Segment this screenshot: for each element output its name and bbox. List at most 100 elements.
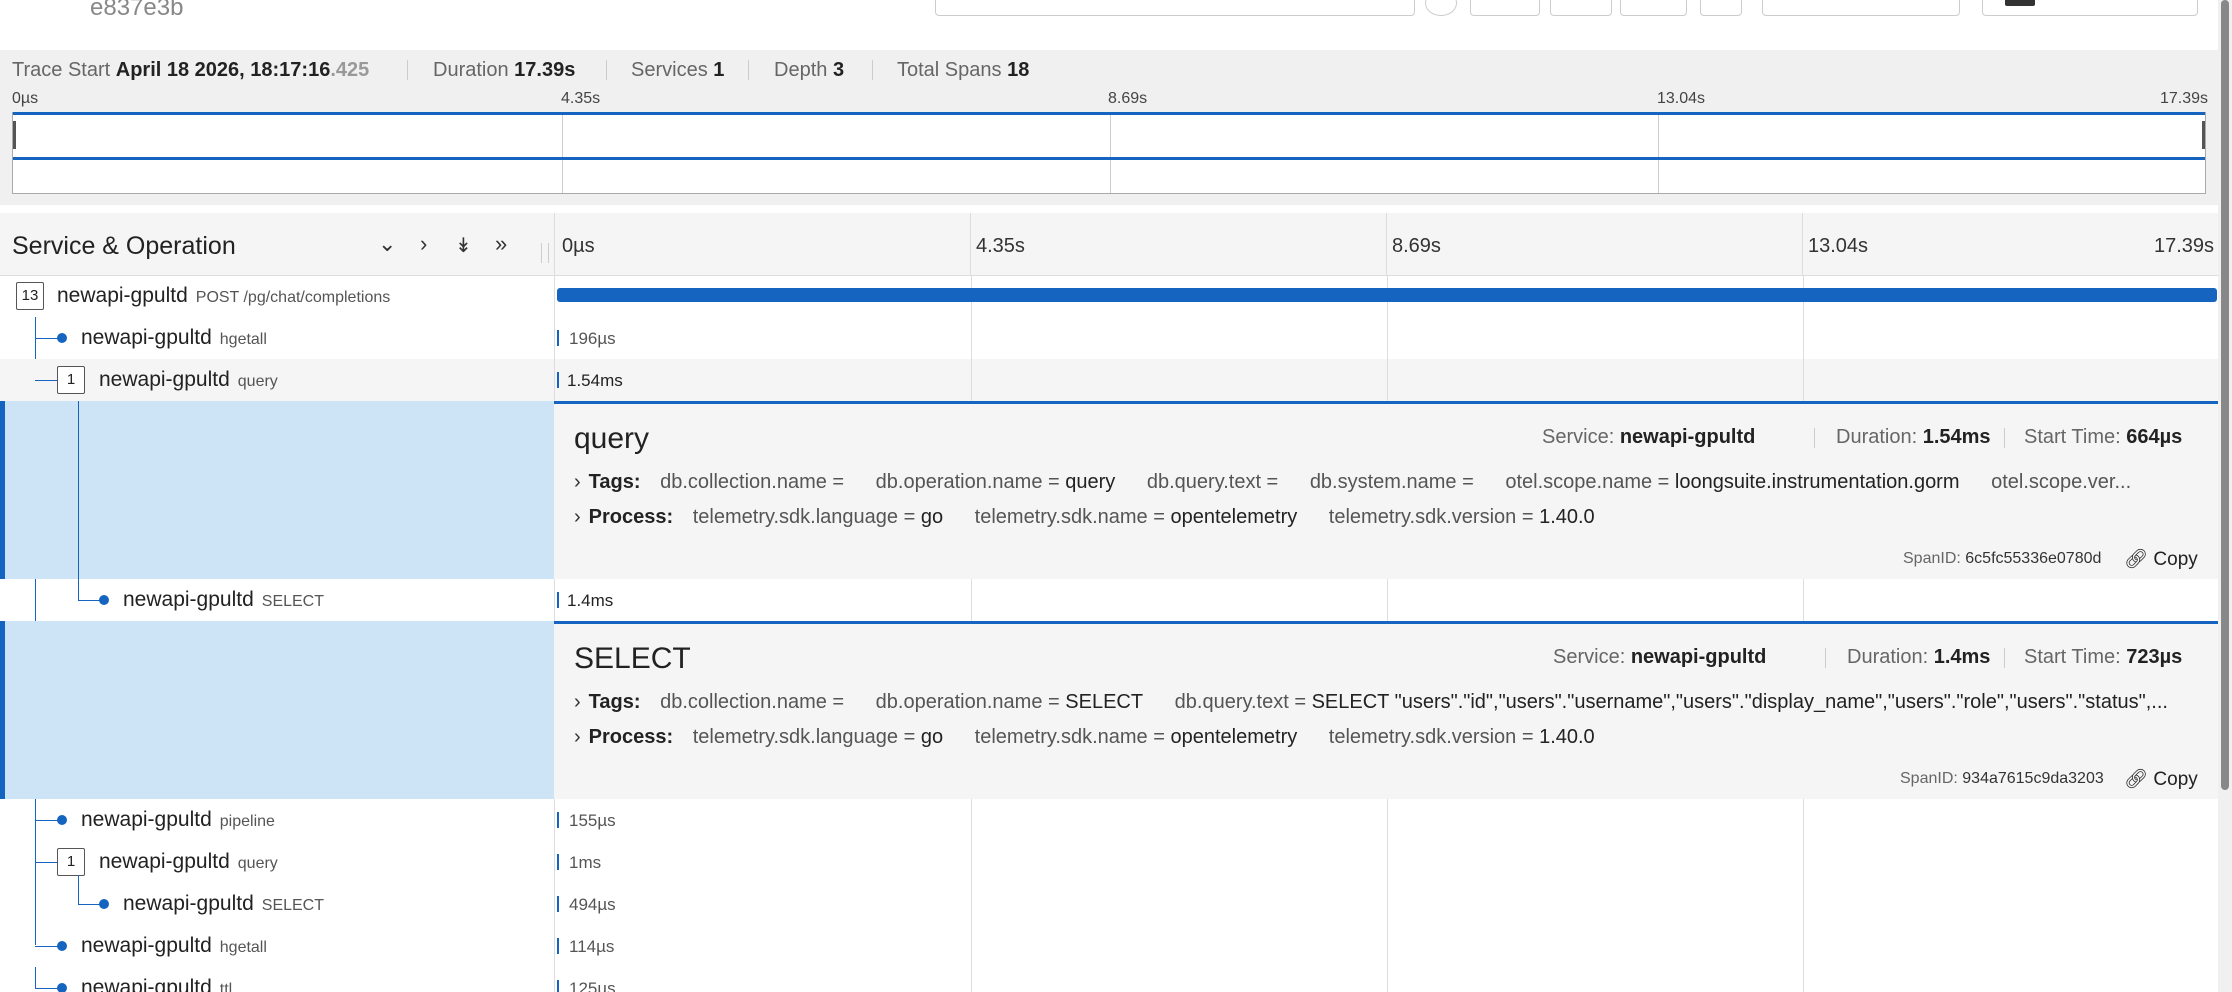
span-name: newapi-gpultd query <box>99 850 278 873</box>
minimap-tick: 8.69s <box>1108 90 1148 107</box>
minimap-handle-left[interactable] <box>13 121 16 149</box>
copy-span-id-button[interactable]: 🔗︎ Copy <box>2124 547 2198 571</box>
span-detail-panel: query Service: newapi-gpultd Duration: 1… <box>0 401 2218 579</box>
span-row[interactable]: newapi-gpultd SELECT 1.4ms <box>0 579 2218 621</box>
toolbar-button[interactable] <box>1620 0 1687 16</box>
tag-item: db.collection.name = <box>660 691 845 713</box>
process-row[interactable]: › Process: telemetry.sdk.language = go te… <box>574 506 2194 536</box>
tag-item: db.collection.name = <box>660 471 845 493</box>
span-bar[interactable] <box>557 592 559 608</box>
span-bar[interactable] <box>557 980 559 992</box>
info-icon[interactable] <box>1425 0 1457 16</box>
span-duration: 114µs <box>569 937 615 956</box>
child-count-badge[interactable]: 13 <box>16 282 44 310</box>
collapse-one-icon[interactable]: ⌄ <box>378 231 396 257</box>
toolbar-button[interactable] <box>1470 0 1540 16</box>
chevron-right-icon[interactable]: › <box>574 726 581 748</box>
detail-start-time: Start Time: 664µs <box>2024 426 2183 448</box>
span-name: newapi-gpultd hgetall <box>81 934 267 957</box>
process-row[interactable]: › Process: telemetry.sdk.language = go te… <box>574 726 2194 756</box>
chevron-right-icon[interactable]: › <box>574 506 581 528</box>
detail-service: Service: newapi-gpultd <box>1553 646 1767 668</box>
span-name: newapi-gpultd query <box>99 368 278 391</box>
span-duration: 494µs <box>569 895 616 914</box>
tag-item: db.system.name = <box>1309 471 1474 493</box>
span-bar[interactable] <box>557 330 559 346</box>
span-list: 13 newapi-gpultd POST /pg/chat/completion… <box>0 275 2218 992</box>
view-select[interactable] <box>1762 0 1960 16</box>
span-duration: 1ms <box>569 853 602 872</box>
timeline-header: Service & Operation ⌄ › ↡ » 0µs 4.35s 8.… <box>0 213 2218 276</box>
leaf-node-icon <box>57 983 67 992</box>
child-count-badge[interactable]: 1 <box>57 366 85 394</box>
leaf-node-icon <box>99 899 109 909</box>
expand-one-icon[interactable]: › <box>420 231 427 257</box>
span-id: SpanID: 6c5fc55336e0780d <box>1903 550 2102 567</box>
minimap-handle-right[interactable] <box>2202 121 2205 149</box>
span-bar[interactable] <box>557 372 559 388</box>
leaf-node-icon <box>57 941 67 951</box>
search-input[interactable] <box>935 0 1415 16</box>
trace-start: Trace Start April 18 2026, 18:17:16.425 <box>12 59 370 81</box>
span-row[interactable]: newapi-gpultd hgetall 196µs <box>0 317 2218 359</box>
span-row[interactable]: 1 newapi-gpultd query 1ms <box>0 841 2218 883</box>
span-name: newapi-gpultd SELECT <box>123 588 325 611</box>
copy-span-id-button[interactable]: 🔗︎ Copy <box>2124 767 2198 791</box>
trace-duration: Duration 17.39s <box>433 59 576 81</box>
span-row[interactable]: newapi-gpultd ttl 125µs <box>0 967 2218 992</box>
span-row[interactable]: 13 newapi-gpultd POST /pg/chat/completion… <box>0 275 2218 317</box>
page-scrollbar[interactable] <box>2218 0 2232 992</box>
trace-total-spans: Total Spans 18 <box>897 59 1030 81</box>
span-bar[interactable] <box>557 896 559 912</box>
trace-id: e837e3b <box>90 0 184 21</box>
collapse-all-icon[interactable]: ↡ <box>455 233 472 258</box>
span-bar[interactable] <box>557 854 559 870</box>
process-item: telemetry.sdk.name = opentelemetry <box>974 726 1298 748</box>
span-duration: 1.54ms <box>567 371 623 390</box>
span-row[interactable]: newapi-gpultd SELECT 494µs <box>0 875 2218 925</box>
timeline-tick: 8.69s <box>1392 235 1441 257</box>
span-row[interactable]: newapi-gpultd hgetall 114µs <box>0 925 2218 967</box>
span-id: SpanID: 934a7615c9da3203 <box>1900 770 2104 787</box>
column-resize-handle[interactable] <box>541 243 549 263</box>
scrollbar-thumb[interactable] <box>2221 0 2229 790</box>
tags-row[interactable]: › Tags: db.collection.name = db.operation… <box>574 691 2194 721</box>
span-duration: 155µs <box>569 811 616 830</box>
process-item: telemetry.sdk.language = go <box>692 506 944 528</box>
child-count-badge[interactable]: 1 <box>57 848 85 876</box>
link-icon: 🔗︎ <box>2124 769 2149 790</box>
link-icon: 🔗︎ <box>2124 549 2149 570</box>
span-duration: 196µs <box>569 329 616 348</box>
detail-title: query <box>574 422 650 455</box>
minimap-tick: 13.04s <box>1657 90 1706 107</box>
tag-item: otel.scope.ver... <box>1991 471 2132 493</box>
chevron-right-icon[interactable]: › <box>574 471 581 493</box>
span-duration: 1.4ms <box>567 591 614 610</box>
timeline-tick: 0µs <box>562 235 595 257</box>
top-bar: e837e3b <box>0 0 2218 50</box>
span-row[interactable]: 1 newapi-gpultd query 1.54ms <box>0 359 2218 401</box>
span-name: newapi-gpultd ttl <box>81 976 233 992</box>
tags-row[interactable]: › Tags: db.collection.name = db.operation… <box>574 471 2194 501</box>
expand-all-icon[interactable]: » <box>495 231 507 257</box>
span-bar[interactable] <box>557 938 559 954</box>
span-row[interactable]: newapi-gpultd pipeline 155µs <box>0 799 2218 841</box>
trace-services: Services 1 <box>631 59 725 81</box>
detail-duration: Duration: 1.54ms <box>1836 426 1991 448</box>
trace-minimap[interactable]: 0µs 4.35s 8.69s 13.04s 17.39s <box>0 90 2218 205</box>
minimap-canvas[interactable] <box>12 112 2206 194</box>
toolbar-button[interactable] <box>1550 0 1612 16</box>
span-bar[interactable] <box>557 288 2217 302</box>
detail-title: SELECT <box>574 642 691 675</box>
keyboard-icon[interactable] <box>1700 0 1742 16</box>
trace-depth: Depth 3 <box>774 59 845 81</box>
minimap-span-bar <box>13 157 2205 160</box>
process-item: telemetry.sdk.name = opentelemetry <box>974 506 1298 528</box>
span-bar[interactable] <box>557 812 559 828</box>
process-item: telemetry.sdk.version = 1.40.0 <box>1328 506 1595 528</box>
leaf-node-icon <box>99 595 109 605</box>
chevron-right-icon[interactable]: › <box>574 691 581 713</box>
minimap-tick: 17.39s <box>2160 90 2209 107</box>
leaf-node-icon <box>57 333 67 343</box>
detail-start-time: Start Time: 723µs <box>2024 646 2183 668</box>
